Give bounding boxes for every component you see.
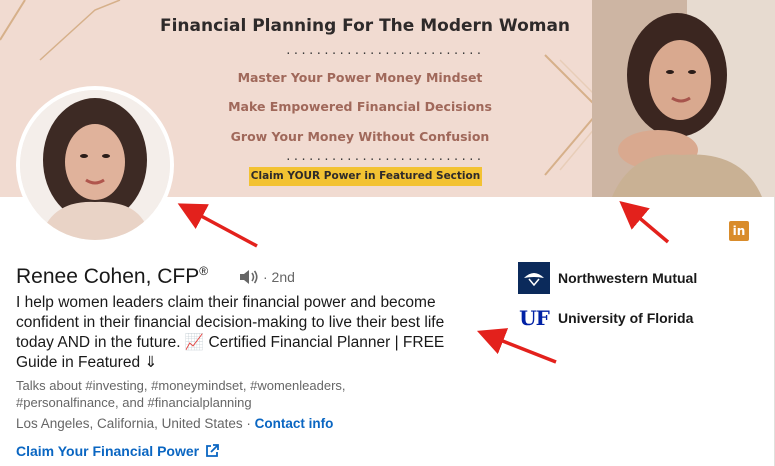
location-row: Los Angeles, California, United States ·…	[16, 416, 333, 431]
linkedin-icon[interactable]: in	[729, 221, 749, 241]
arrow-to-photo	[177, 203, 258, 248]
location-separator: ·	[242, 416, 255, 431]
banner-line-1: Master Your Power Money Mindset	[237, 70, 483, 85]
location-text: Los Angeles, California, United States	[16, 416, 243, 431]
profile-headline: I help women leaders claim their financi…	[16, 294, 445, 371]
profile-card: Financial Planning For The Modern Woman …	[0, 0, 775, 466]
banner-photo	[592, 0, 775, 197]
website-link[interactable]: Claim Your Financial Power	[16, 443, 219, 459]
connection-degree: · 2nd	[263, 269, 295, 285]
profile-name-text: Renee Cohen, CFP	[16, 265, 200, 288]
uf-logo: UF	[518, 302, 550, 334]
profile-name: Renee Cohen, CFP®	[16, 264, 208, 289]
arrow-to-banner-photo	[619, 200, 670, 244]
registered-mark: ®	[199, 264, 209, 278]
profile-photo-image	[20, 90, 170, 240]
banner-line-3: Grow Your Money Without Confusion	[230, 129, 490, 144]
profile-photo[interactable]	[16, 86, 174, 244]
northwestern-mutual-logo	[518, 262, 550, 294]
banner-cta: Claim YOUR Power in Featured Section	[249, 167, 482, 186]
external-link-icon	[206, 444, 219, 457]
banner-line-2: Make Empowered Financial Decisions	[228, 99, 492, 114]
woman-portrait-image	[592, 0, 775, 197]
org-northwestern-mutual[interactable]: Northwestern Mutual	[518, 262, 697, 294]
speaker-icon[interactable]	[238, 268, 260, 286]
org-university-of-florida[interactable]: UF University of Florida	[518, 302, 693, 334]
arrow-to-headline	[476, 328, 557, 364]
org-name: Northwestern Mutual	[558, 270, 698, 286]
contact-info-link[interactable]: Contact info	[255, 416, 334, 431]
banner-divider: ..........................	[285, 44, 484, 57]
website-link-label: Claim Your Financial Power	[16, 443, 200, 459]
org-name: University of Florida	[558, 310, 694, 326]
banner-divider-2: ..........................	[285, 150, 484, 163]
banner-title: Financial Planning For The Modern Woman	[159, 16, 571, 36]
talks-about: Talks about #investing, #moneymindset, #…	[16, 378, 346, 410]
